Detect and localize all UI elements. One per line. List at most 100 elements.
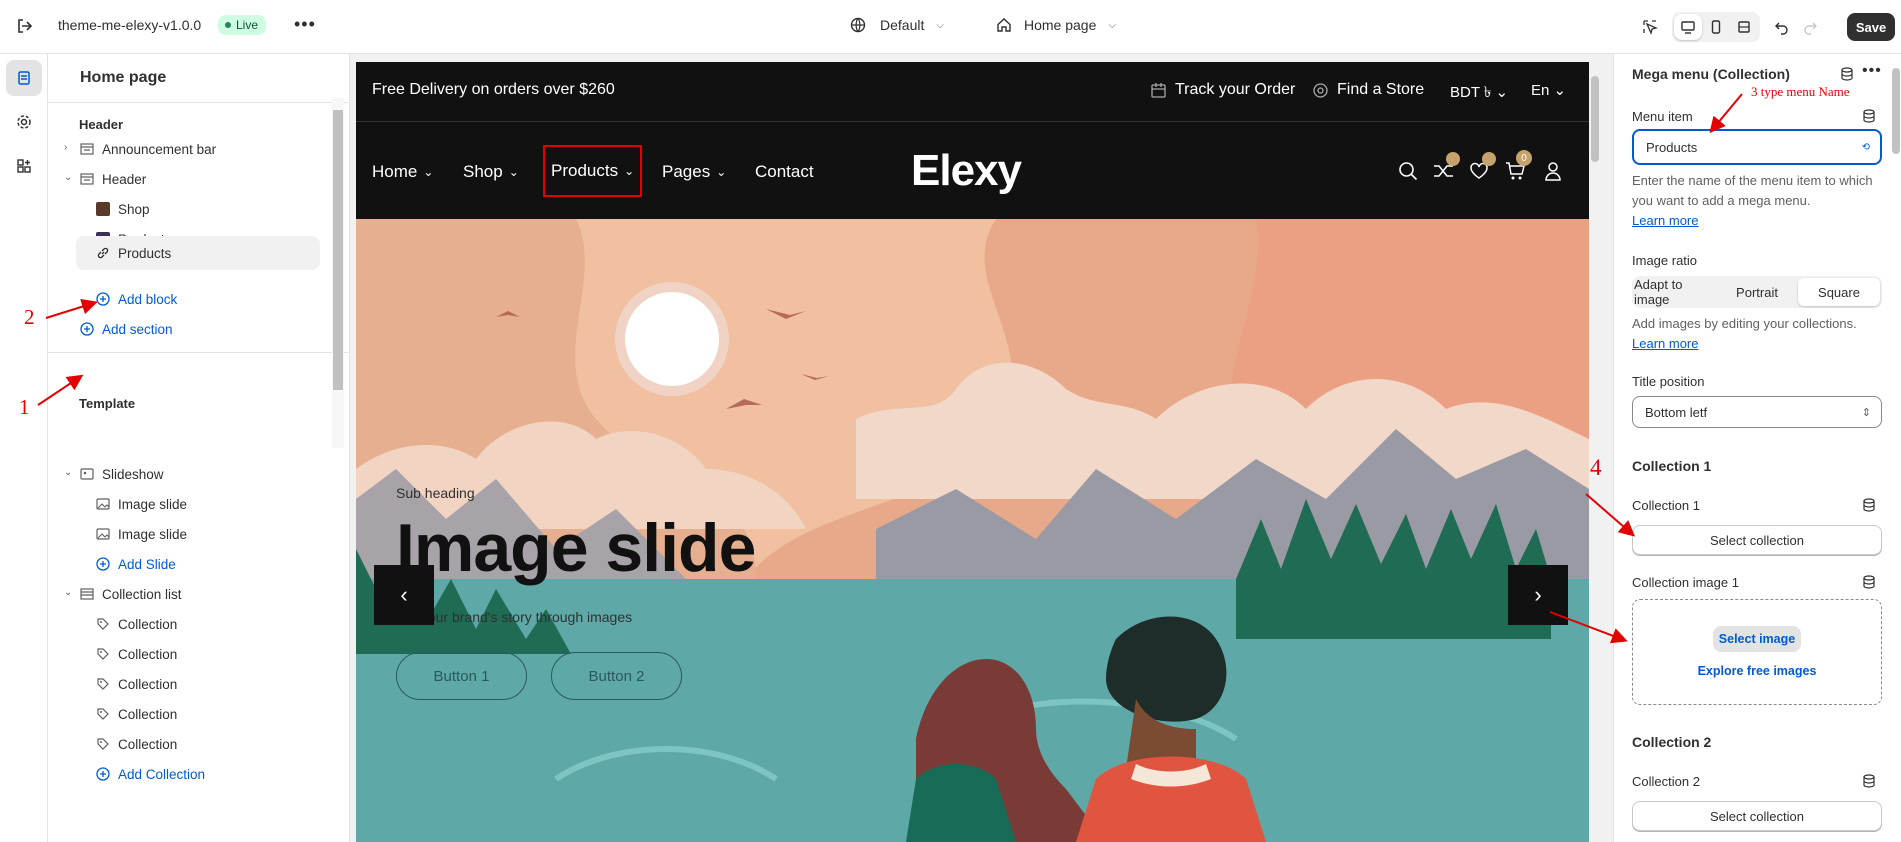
panel-scrollbar-thumb[interactable]	[1892, 68, 1900, 154]
add-collection-button[interactable]: Add Collection	[96, 757, 205, 791]
language-selector[interactable]: En ⌄	[1531, 81, 1566, 99]
select-arrows-icon: ⇕	[1861, 406, 1871, 419]
panel-more-button[interactable]: •••	[1862, 62, 1882, 80]
annotation-1: 1	[19, 395, 30, 419]
tag-icon	[97, 678, 109, 690]
chevron-down-icon: ⌄	[508, 165, 519, 179]
apps-icon[interactable]	[6, 148, 42, 184]
add-section-button[interactable]: Add section	[80, 312, 173, 346]
image-icon	[96, 498, 110, 510]
menu-item-input[interactable]: Products ⟲	[1632, 129, 1882, 165]
collection1-label: Collection 1	[1632, 498, 1700, 513]
preview-scrollbar-thumb[interactable]	[1591, 76, 1599, 162]
database-icon[interactable]	[1862, 109, 1876, 123]
sidebar-scrollbar-thumb[interactable]	[333, 110, 343, 390]
database-icon[interactable]	[1862, 575, 1876, 589]
sidebar-item-collection[interactable]: Collection	[96, 727, 177, 761]
chevron-down-icon[interactable]: ⌄	[64, 467, 72, 478]
section-icon	[80, 173, 94, 185]
mobile-icon[interactable]	[1702, 14, 1730, 40]
chevron-down-icon: ⌵	[1108, 19, 1116, 31]
tag-icon	[97, 708, 109, 720]
find-store-link[interactable]: Find a Store	[1312, 81, 1424, 99]
hero-heading: Image slide	[396, 510, 756, 586]
announcement-bar: Free Delivery on orders over $260 Track …	[356, 62, 1589, 121]
hero-button-1[interactable]: Button 1	[396, 652, 527, 700]
add-block-button[interactable]: Add block	[96, 282, 177, 316]
nav-contact[interactable]: Contact	[755, 162, 814, 182]
sidebar-item-collection[interactable]: Collection	[96, 607, 177, 641]
search-icon[interactable]	[1398, 161, 1418, 181]
tag-icon	[97, 738, 109, 750]
database-icon[interactable]	[1862, 774, 1876, 788]
sidebar-item-collection[interactable]: Collection	[96, 697, 177, 731]
dynamic-source-icon[interactable]: ⟲	[1862, 142, 1870, 153]
sidebar-item-header[interactable]: Header	[80, 162, 146, 196]
desktop-icon[interactable]	[1674, 14, 1702, 40]
title-position-value: Bottom letf	[1645, 404, 1708, 420]
exit-icon[interactable]	[14, 16, 34, 36]
save-button[interactable]: Save	[1847, 13, 1895, 41]
section-sidebar: Home page Header › Announcement bar ⌄ He…	[48, 54, 350, 842]
ratio-adapt-option[interactable]: Adapt to image	[1634, 277, 1716, 307]
undo-icon[interactable]	[1768, 13, 1796, 41]
add-slide-button[interactable]: Add Slide	[96, 547, 176, 581]
section-icon	[80, 588, 94, 600]
more-options-button[interactable]: •••	[294, 14, 316, 35]
learn-more-link[interactable]: Learn more	[1632, 336, 1698, 351]
sidebar-item-label: Collection	[118, 736, 178, 752]
sidebar-item-announcement-bar[interactable]: Announcement bar	[80, 132, 216, 166]
nav-products-highlighted[interactable]: Products ⌄	[543, 145, 643, 197]
chevron-right-icon[interactable]: ›	[64, 142, 67, 153]
sidebar-item-slideshow[interactable]: Slideshow	[80, 457, 164, 491]
chevron-down-icon[interactable]: ⌄	[64, 172, 72, 183]
collection1-heading: Collection 1	[1632, 458, 1712, 474]
account-icon[interactable]	[1543, 161, 1563, 181]
plus-circle-icon	[96, 292, 110, 306]
sidebar-item-collection[interactable]: Collection	[96, 637, 177, 671]
select-collection-button[interactable]: Select collection	[1632, 801, 1882, 831]
inspector-icon[interactable]	[1636, 13, 1664, 41]
database-icon[interactable]	[1840, 67, 1854, 81]
select-collection-button[interactable]: Select collection	[1632, 525, 1882, 555]
sidebar-item-collection[interactable]: Collection	[96, 667, 177, 701]
page-title: Home page	[80, 69, 167, 86]
ratio-square-option[interactable]: Square	[1798, 278, 1880, 306]
page-selector[interactable]: Home page ⌵	[996, 17, 1116, 33]
currency-selector[interactable]: BDT ৳ ⌄	[1450, 81, 1508, 106]
learn-more-link[interactable]: Learn more	[1632, 213, 1698, 228]
sidebar-item-shop[interactable]: Shop	[96, 192, 150, 226]
ratio-portrait-option[interactable]: Portrait	[1716, 278, 1798, 306]
explore-images-link[interactable]: Explore free images	[1633, 664, 1881, 678]
theme-selector[interactable]: Default ⌵	[850, 17, 944, 33]
hero-subheading: Sub heading	[396, 485, 475, 501]
nav-pages[interactable]: Pages ⌄	[662, 162, 726, 182]
database-icon[interactable]	[1862, 498, 1876, 512]
store-logo[interactable]: Elexy	[911, 146, 1022, 196]
nav-home[interactable]: Home ⌄	[372, 162, 433, 182]
redo-icon[interactable]	[1796, 13, 1824, 41]
slide-next-button[interactable]: ›	[1508, 565, 1568, 625]
sidebar-item-image-slide[interactable]: Image slide	[96, 517, 187, 551]
chevron-down-icon[interactable]: ⌄	[64, 587, 72, 598]
hero-button-2[interactable]: Button 2	[551, 652, 682, 700]
menu-item-help: Enter the name of the menu item to which…	[1632, 171, 1882, 231]
language-label: En	[1531, 82, 1550, 99]
nav-shop[interactable]: Shop ⌄	[463, 162, 519, 182]
annotation-2: 2	[24, 305, 35, 329]
slide-prev-button[interactable]: ‹	[374, 565, 434, 625]
settings-gear-icon[interactable]	[6, 104, 42, 140]
title-position-select[interactable]: Bottom letf ⇕	[1632, 396, 1882, 428]
sidebar-item-collection-list[interactable]: Collection list	[80, 577, 182, 611]
select-image-button[interactable]: Select image	[1713, 626, 1801, 652]
fullscreen-icon[interactable]	[1730, 14, 1758, 40]
image-dropzone[interactable]: Select image Explore free images	[1632, 599, 1882, 705]
track-order-link[interactable]: Track your Order	[1150, 81, 1295, 99]
divider	[48, 352, 348, 353]
sections-icon[interactable]	[6, 60, 42, 96]
nav-label: Products	[551, 161, 619, 180]
cart-count-badge: 0	[1516, 150, 1532, 166]
sidebar-item-products-link[interactable]: Products	[76, 236, 320, 270]
sidebar-item-image-slide[interactable]: Image slide	[96, 487, 187, 521]
preview-scrollbar[interactable]	[1589, 62, 1601, 842]
